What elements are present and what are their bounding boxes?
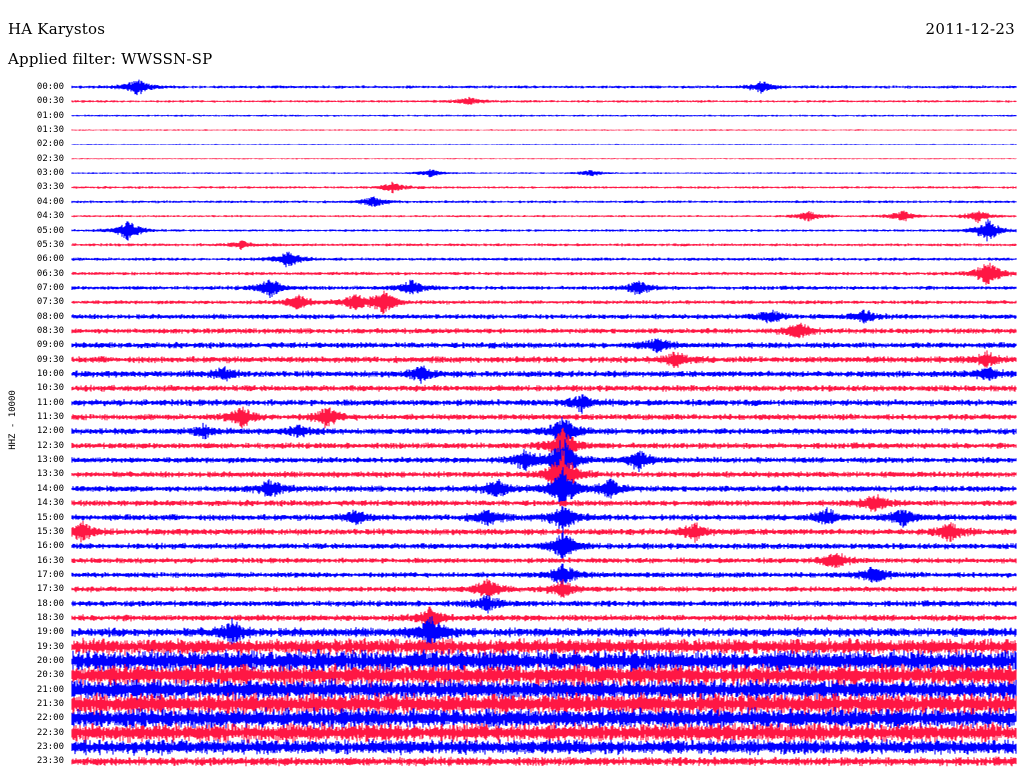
helicorder-plot bbox=[71, 79, 1017, 767]
seismic-trace bbox=[71, 181, 1017, 194]
seismic-trace bbox=[71, 365, 1017, 384]
seismic-trace bbox=[71, 279, 1017, 298]
seismic-trace bbox=[71, 494, 1017, 512]
seismic-trace bbox=[71, 531, 1017, 559]
seismic-trace bbox=[71, 309, 1017, 324]
seismic-trace bbox=[71, 594, 1017, 614]
seismic-trace bbox=[71, 338, 1017, 354]
seismic-trace bbox=[71, 143, 1017, 145]
seismic-trace bbox=[71, 262, 1017, 285]
seismic-trace bbox=[71, 196, 1017, 207]
seismic-trace bbox=[71, 578, 1017, 598]
seismic-trace bbox=[71, 394, 1017, 414]
seismic-trace bbox=[71, 738, 1017, 756]
seismic-trace bbox=[71, 240, 1017, 250]
seismic-trace bbox=[71, 169, 1017, 178]
seismic-trace bbox=[71, 114, 1017, 117]
seismic-trace bbox=[71, 756, 1017, 767]
seismic-trace bbox=[71, 506, 1017, 533]
seismic-trace bbox=[71, 406, 1017, 429]
seismic-trace bbox=[71, 219, 1017, 242]
seismic-trace bbox=[71, 417, 1017, 445]
seismic-trace bbox=[71, 691, 1017, 717]
seismic-trace bbox=[71, 96, 1017, 105]
seismic-trace bbox=[71, 384, 1017, 392]
seismic-trace bbox=[71, 606, 1017, 629]
seismic-trace bbox=[71, 637, 1017, 656]
seismic-trace bbox=[71, 322, 1017, 339]
seismic-trace bbox=[71, 290, 1017, 315]
seismic-trace bbox=[71, 210, 1017, 224]
seismic-trace bbox=[71, 350, 1017, 368]
seismic-trace bbox=[71, 520, 1017, 543]
seismic-trace bbox=[71, 79, 1017, 96]
seismic-trace bbox=[71, 158, 1017, 160]
seismic-trace bbox=[71, 563, 1017, 586]
seismic-trace bbox=[71, 251, 1017, 268]
seismic-trace bbox=[71, 553, 1017, 568]
seismic-trace bbox=[71, 129, 1017, 131]
